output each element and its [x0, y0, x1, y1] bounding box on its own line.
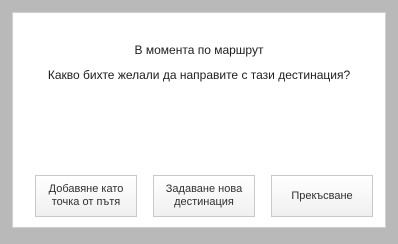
dialog-question: Какво бихте желали да направите с тази д… [47, 68, 351, 82]
set-new-destination-button[interactable]: Задаване нова дестинация [153, 175, 255, 217]
dialog-title: В момента по маршрут [134, 43, 264, 57]
destination-dialog: В момента по маршрут Какво бихте желали … [12, 12, 386, 228]
cancel-button[interactable]: Прекъсване [271, 175, 373, 217]
add-waypoint-button[interactable]: Добавяне като точка от пътя [35, 175, 137, 217]
